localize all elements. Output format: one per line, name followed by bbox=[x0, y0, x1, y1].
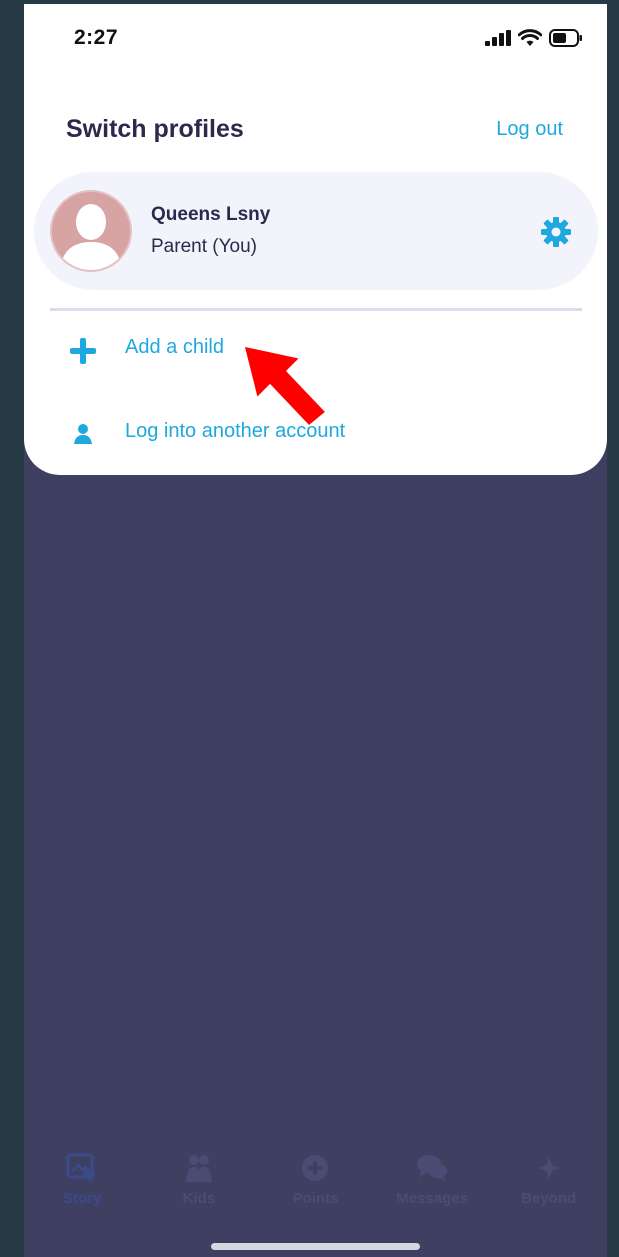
wifi-icon bbox=[518, 29, 542, 46]
story-icon bbox=[66, 1153, 96, 1182]
points-icon bbox=[302, 1155, 329, 1181]
plus-icon bbox=[70, 338, 96, 364]
status-time: 2:27 bbox=[74, 26, 119, 49]
phone-screen: 2:27 Switch profiles Log out Queens Lsny… bbox=[24, 4, 607, 1257]
annotation-arrow bbox=[242, 345, 328, 428]
home-indicator[interactable] bbox=[211, 1243, 420, 1250]
messages-icon bbox=[417, 1155, 448, 1182]
tab-messages-label: Messages bbox=[396, 1190, 468, 1207]
tab-beyond-label: Beyond bbox=[521, 1190, 577, 1207]
logout-button[interactable]: Log out bbox=[496, 118, 563, 141]
divider bbox=[50, 308, 582, 311]
tab-kids[interactable]: Kids bbox=[141, 1152, 258, 1222]
profile-card[interactable]: Queens Lsny Parent (You) bbox=[34, 172, 598, 290]
bottom-tab-bar: Story Kids Points Messages Beyond bbox=[24, 1152, 607, 1222]
beyond-icon bbox=[536, 1155, 561, 1181]
signal-icon bbox=[485, 30, 511, 46]
tab-messages[interactable]: Messages bbox=[374, 1152, 491, 1222]
avatar bbox=[50, 190, 132, 272]
tab-story-label: Story bbox=[63, 1190, 102, 1207]
gear-icon[interactable] bbox=[540, 216, 572, 248]
tab-points[interactable]: Points bbox=[257, 1152, 374, 1222]
person-icon bbox=[74, 424, 92, 444]
status-icons bbox=[485, 29, 583, 47]
profile-role: Parent (You) bbox=[151, 236, 257, 257]
kids-icon bbox=[185, 1155, 212, 1182]
tab-points-label: Points bbox=[292, 1190, 339, 1207]
tab-kids-label: Kids bbox=[182, 1190, 216, 1207]
add-child-label: Add a child bbox=[125, 336, 224, 358]
default-person-icon bbox=[60, 204, 122, 270]
profile-name: Queens Lsny bbox=[151, 204, 271, 225]
battery-icon bbox=[549, 29, 582, 47]
tab-story[interactable]: Story bbox=[24, 1152, 141, 1222]
switch-profiles-sheet: 2:27 Switch profiles Log out Queens Lsny… bbox=[24, 4, 607, 475]
tab-beyond[interactable]: Beyond bbox=[490, 1152, 607, 1222]
page-title: Switch profiles bbox=[66, 115, 244, 143]
